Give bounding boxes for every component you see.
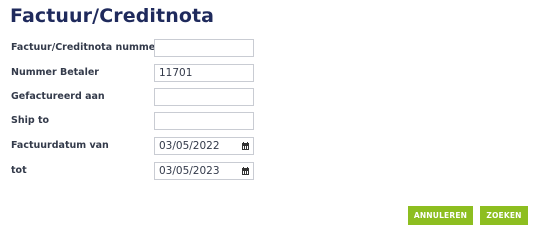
form-row-payer-number: Nummer Betaler 11701 bbox=[0, 64, 540, 89]
ship-to-label: Ship to bbox=[11, 115, 50, 126]
billed-to-label: Gefactureerd aan bbox=[11, 91, 105, 102]
billed-to-input[interactable] bbox=[154, 88, 254, 106]
payer-number-value: 11701 bbox=[159, 67, 193, 79]
form-row-ship-to: Ship to bbox=[0, 112, 540, 137]
date-from-label: Factuurdatum van bbox=[11, 140, 109, 151]
invoice-number-input[interactable] bbox=[154, 39, 254, 57]
form-row-billed-to: Gefactureerd aan bbox=[0, 88, 540, 113]
date-to-input[interactable]: 03/05/2023 bbox=[154, 162, 254, 180]
form-row-date-to: tot 03/05/2023 bbox=[0, 162, 540, 187]
ship-to-input[interactable] bbox=[154, 112, 254, 130]
date-to-value: 03/05/2023 bbox=[159, 165, 220, 177]
date-from-input[interactable]: 03/05/2022 bbox=[154, 137, 254, 155]
search-button[interactable]: ZOEKEN bbox=[480, 206, 528, 225]
payer-number-label: Nummer Betaler bbox=[11, 67, 99, 78]
cancel-button[interactable]: ANNULEREN bbox=[408, 206, 473, 225]
form-row-date-from: Factuurdatum van 03/05/2022 bbox=[0, 137, 540, 162]
form-row-invoice-number: Factuur/Creditnota nummer bbox=[0, 39, 540, 64]
date-to-label: tot bbox=[11, 165, 27, 176]
invoice-number-label: Factuur/Creditnota nummer bbox=[11, 42, 160, 53]
calendar-icon[interactable] bbox=[242, 166, 249, 175]
date-from-value: 03/05/2022 bbox=[159, 140, 220, 152]
calendar-icon[interactable] bbox=[242, 141, 249, 150]
payer-number-input[interactable]: 11701 bbox=[154, 64, 254, 82]
page-title: Factuur/Creditnota bbox=[10, 5, 215, 27]
